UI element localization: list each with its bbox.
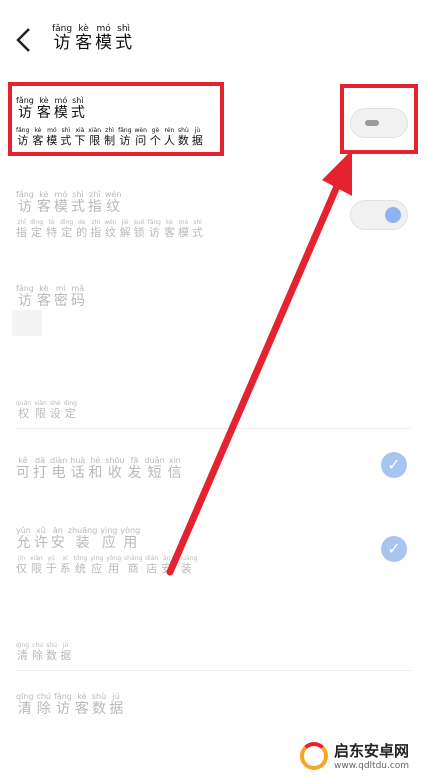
watermark-url: www.qdltdu.com [334, 761, 410, 771]
watermark: 启东安卓网 www.qdltdu.com [300, 740, 409, 771]
annotation-arrow [166, 150, 352, 576]
watermark-name: 启东安卓网 [334, 742, 410, 760]
watermark-logo-icon [300, 741, 328, 770]
